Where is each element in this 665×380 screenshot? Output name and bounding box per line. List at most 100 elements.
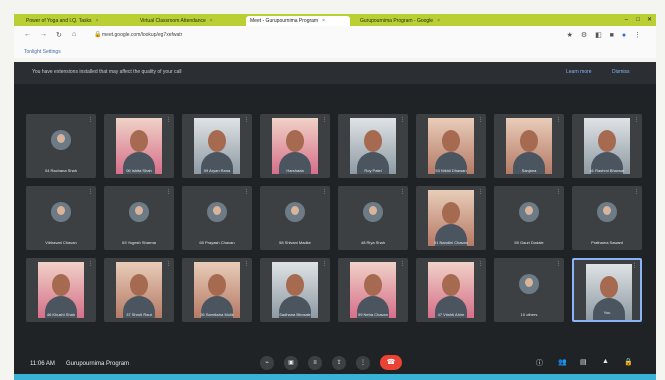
dismiss-link[interactable]: Dismiss <box>612 69 630 75</box>
tile-menu-icon[interactable]: ⋮ <box>88 261 93 267</box>
participant-tile[interactable]: ⋮ Sadhana Bhosale <box>260 258 330 322</box>
tile-menu-icon[interactable]: ⋮ <box>88 189 93 195</box>
tile-menu-icon[interactable]: ⋮ <box>400 189 405 195</box>
tile-menu-icon[interactable]: ⋮ <box>400 261 405 267</box>
tile-menu-icon[interactable]: ⋮ <box>244 189 249 195</box>
tile-menu-icon[interactable]: ⋮ <box>400 117 405 123</box>
participant-tile[interactable]: ⋮ Sanjana <box>494 114 564 178</box>
tile-menu-icon[interactable]: ⋮ <box>244 117 249 123</box>
participant-tile[interactable]: ⋮ 59 Neha Chavan <box>338 258 408 322</box>
participant-tile[interactable]: ⋮ 26 Samiksha Mulik <box>182 258 252 322</box>
tile-menu-icon[interactable]: ⋮ <box>634 189 639 195</box>
browser-tab-label: Power of Yoga and I.Q. Tasks <box>26 18 92 24</box>
face-shape <box>364 274 382 296</box>
learn-more-link[interactable]: Learn more <box>566 69 592 75</box>
tile-menu-icon[interactable]: ⋮ <box>478 117 483 123</box>
participant-tile[interactable]: ⋮ 55 Gauri Dodale <box>494 186 564 250</box>
tile-menu-icon[interactable]: ⋮ <box>244 261 249 267</box>
home-icon[interactable]: ⌂ <box>72 31 76 38</box>
tile-menu-icon[interactable]: ⋮ <box>478 261 483 267</box>
browser-tab[interactable]: Power of Yoga and I.Q. Tasks × <box>22 16 130 26</box>
participant-name: 48 Riya Shah <box>360 240 385 245</box>
face-shape <box>208 274 226 296</box>
tile-menu-icon[interactable]: ⋮ <box>632 263 637 269</box>
participant-tile[interactable]: ⋮ 65 Prayash Chavan <box>182 186 252 250</box>
participant-tile[interactable]: ⋮ You <box>572 258 642 322</box>
close-tab-icon[interactable]: × <box>96 18 99 24</box>
face-shape <box>598 130 616 152</box>
present-icon[interactable]: ⇪ <box>332 356 346 370</box>
banner-text: You have extensions installed that may a… <box>32 69 182 75</box>
reload-icon[interactable]: ↻ <box>56 31 62 39</box>
tile-menu-icon[interactable]: ⋮ <box>88 117 93 123</box>
tile-menu-icon[interactable]: ⋮ <box>556 189 561 195</box>
browser-tab[interactable]: Virtual Classroom Attendance × <box>136 16 240 26</box>
participant-tile[interactable]: ⋮ 63 Yogesh Sharma <box>104 186 174 250</box>
mic-off-icon[interactable]: ⌁ <box>260 356 274 370</box>
activities-icon[interactable]: ▲ <box>602 358 609 365</box>
participant-tile[interactable]: ⋮ 47 Vrishti Ahire <box>416 258 486 322</box>
participant-tile[interactable]: ⋮ 10 others <box>494 258 564 322</box>
tile-menu-icon[interactable]: ⋮ <box>556 117 561 123</box>
participant-tile[interactable]: ⋮ Prathama Sawant <box>572 186 642 250</box>
participant-name: Harshada <box>286 168 304 173</box>
participant-tile[interactable]: ⋮ Vibhavari Chavan <box>26 186 96 250</box>
people-icon[interactable]: 👥 <box>558 358 567 366</box>
tile-menu-icon[interactable]: ⋮ <box>166 261 171 267</box>
face-shape <box>442 202 460 224</box>
tile-menu-icon[interactable]: ⋮ <box>166 117 171 123</box>
tile-menu-icon[interactable]: ⋮ <box>556 261 561 267</box>
extension-icons[interactable]: ★ ⚙ ◧ ■ ● ⋮ <box>567 31 644 39</box>
chat-icon[interactable]: ▤ <box>580 358 587 366</box>
participant-name: Roy Patel <box>364 168 382 173</box>
participant-name: 09 Aryan Rana <box>203 168 231 173</box>
participant-tile[interactable]: ⋮ Roy Patel <box>338 114 408 178</box>
participant-tile[interactable]: ⋮ 58 Shivani Madke <box>260 186 330 250</box>
minimize-icon[interactable]: – <box>625 16 628 24</box>
participant-video <box>350 262 396 318</box>
camera-icon[interactable]: ▣ <box>284 356 298 370</box>
tile-menu-icon[interactable]: ⋮ <box>322 261 327 267</box>
participant-name: 65 Prayash Chavan <box>199 240 235 245</box>
participant-tile[interactable]: ⋮ 06 Ishita Shah <box>104 114 174 178</box>
participant-video <box>194 118 240 174</box>
face-shape <box>364 130 382 152</box>
maximize-icon[interactable]: □ <box>636 16 640 24</box>
participant-tile[interactable]: ⋮ 37 Shruti Raut <box>104 258 174 322</box>
participant-tile[interactable]: ⋮ Harshada <box>260 114 330 178</box>
extension-warning-banner: You have extensions installed that may a… <box>14 62 656 84</box>
bookmark-item[interactable]: Tonlight Settings <box>24 49 61 55</box>
tile-menu-icon[interactable]: ⋮ <box>634 117 639 123</box>
tile-menu-icon[interactable]: ⋮ <box>322 117 327 123</box>
forward-icon[interactable]: → <box>40 31 47 38</box>
close-tab-icon[interactable]: × <box>210 18 213 24</box>
tile-menu-icon[interactable]: ⋮ <box>166 189 171 195</box>
info-icon[interactable]: ⓘ <box>536 358 543 368</box>
participant-tile[interactable]: ⋮ 51 Nandini Chavan <box>416 186 486 250</box>
browser-tab[interactable]: Meet - Gurupournima Program × <box>246 16 350 26</box>
close-tab-icon[interactable]: × <box>322 18 325 24</box>
browser-tab-label: Gurupournima Program - Google <box>360 18 434 24</box>
participant-tile[interactable]: ⋮ 04 Rachana Shah <box>26 114 96 178</box>
close-window-icon[interactable]: ✕ <box>647 16 652 24</box>
participant-tile[interactable]: ⋮ 48 Riya Shah <box>338 186 408 250</box>
end-call-button[interactable]: ☎ <box>380 355 402 370</box>
participant-tile[interactable]: ⋮ 46 Khushi Shah <box>26 258 96 322</box>
meeting-title: Gurupournima Program <box>66 361 130 367</box>
close-tab-icon[interactable]: × <box>437 18 440 24</box>
participant-tile[interactable]: ⋮ 41 Rashmi Bhavsar <box>572 114 642 178</box>
back-icon[interactable]: ← <box>24 31 31 38</box>
participant-video <box>428 118 474 174</box>
captions-icon[interactable]: ≡ <box>308 356 322 370</box>
participant-tile[interactable]: ⋮ 53 Nikhil Dhawan <box>416 114 486 178</box>
participant-video <box>428 190 474 246</box>
participant-video <box>272 262 318 318</box>
more-icon[interactable]: ⋮ <box>356 356 370 370</box>
participant-tile[interactable]: ⋮ 09 Aryan Rana <box>182 114 252 178</box>
tile-menu-icon[interactable]: ⋮ <box>478 189 483 195</box>
participant-name: 37 Shruti Raut <box>126 312 152 317</box>
browser-tab[interactable]: Gurupournima Program - Google × <box>356 16 456 26</box>
lock-meeting-icon[interactable]: 🔒 <box>624 358 633 366</box>
tile-menu-icon[interactable]: ⋮ <box>322 189 327 195</box>
url-text[interactable]: meet.google.com/lookup/eg7xefwatr <box>102 32 182 38</box>
